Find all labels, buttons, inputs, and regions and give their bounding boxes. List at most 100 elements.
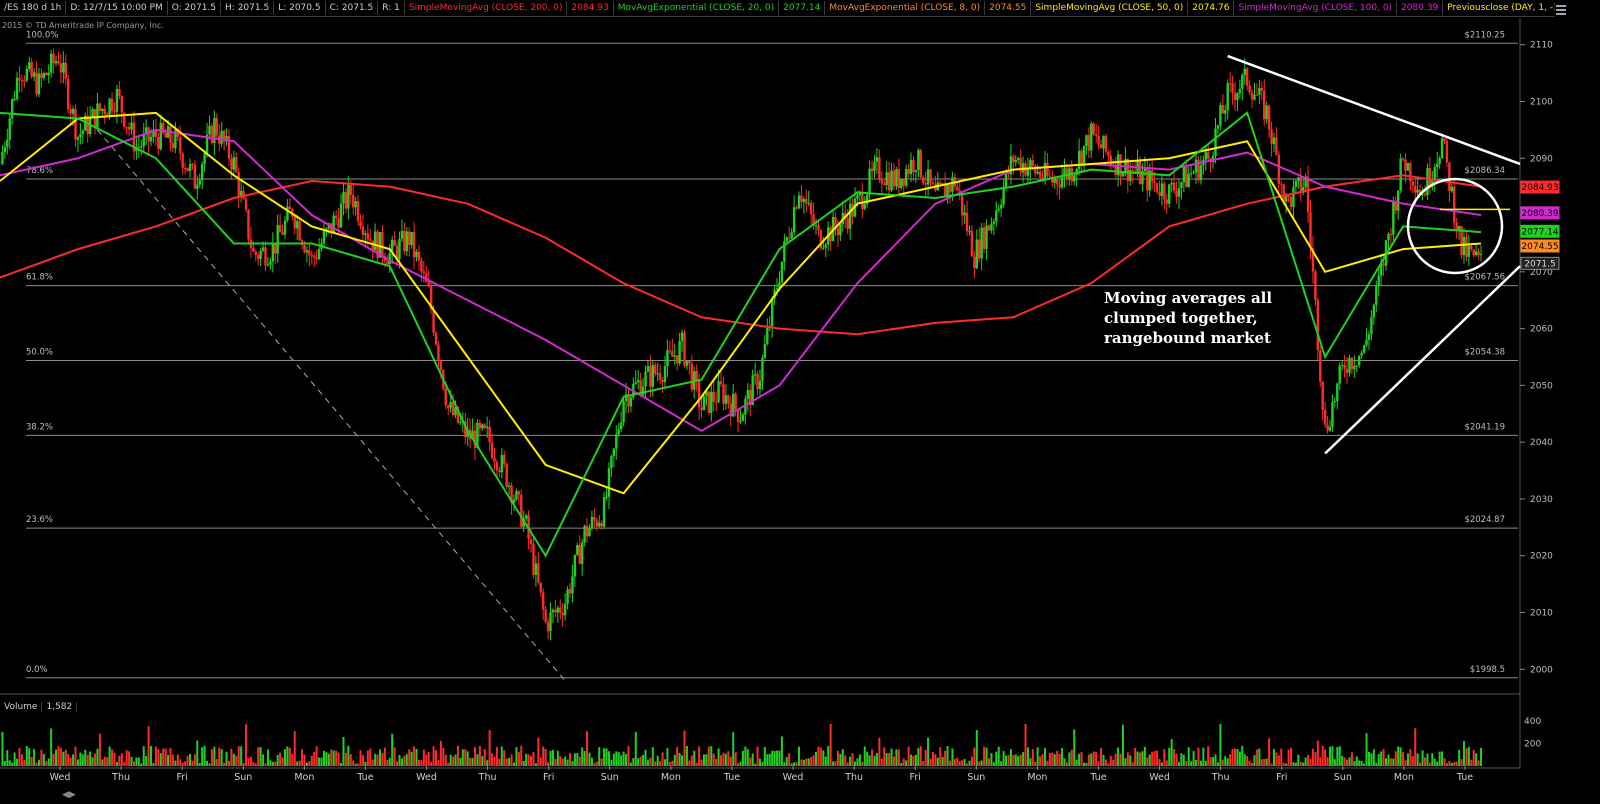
x-tick-label: Mon [1394,772,1414,783]
volume-bar [834,761,837,766]
candle-body [444,388,447,406]
candle-body [266,264,270,266]
volume-bar [57,746,60,766]
candle-body [40,73,43,78]
volume-bar [790,763,793,766]
volume-bar [1185,761,1188,766]
study-2-name[interactable]: MovAvgExponential (CLOSE, 8, 0) [825,1,986,15]
candle-body [583,525,586,543]
candle-body [702,396,706,411]
volume-bar [466,751,469,766]
volume-bar [880,758,883,766]
candle-body [422,271,426,274]
candle-body [602,497,606,527]
volume-bar [512,762,515,766]
candle-body [505,463,508,487]
fib-price-label: $2024.87 [1464,515,1505,525]
volume-bar [795,762,798,766]
volume-bar [266,749,269,766]
candle-body [1182,166,1186,183]
volume-bar [649,757,652,766]
volume-bar [1307,754,1310,766]
study-1-name[interactable]: MovAvgExponential (CLOSE, 20, 0) [614,1,780,15]
volume-bar [1316,740,1319,766]
volume-bar [646,760,649,766]
candle-body [1272,137,1276,145]
volume-bar [254,763,257,766]
volume-bar [159,753,162,766]
volume-bar [569,752,571,766]
volume-bar [147,726,150,766]
fib-pct-label: 100.0% [26,30,58,40]
candle-body [1248,85,1251,93]
volume-bar [980,760,983,766]
price-chart[interactable]: 2000201020202030204020502060207020802090… [0,0,1600,804]
volume-bar [1192,751,1195,766]
candle-body [1172,182,1176,191]
volume-bar [28,748,31,766]
volume-bar [145,755,148,766]
volume-bar [707,746,710,766]
volume-bar [678,752,681,766]
candle-body [1175,190,1178,197]
candle-body [1358,355,1361,366]
candle-body [907,169,910,174]
candle-body [1345,368,1349,373]
volume-bar [305,762,308,766]
candle-body [746,390,750,399]
candle-body [931,182,935,185]
range-label: R: 1 [378,1,405,15]
volume-bar [990,753,993,766]
candle-body [485,426,489,428]
candle-body [649,366,652,387]
candle-body [1146,167,1149,191]
symbol-label[interactable]: /ES 180 d 1h [0,1,67,15]
volume-bar [1326,757,1329,766]
candle-body [714,401,718,403]
study-5-name[interactable]: Previousclose (DAY, 1, -1, yes) [1443,1,1555,15]
volume-bar [1053,754,1056,766]
candle-body [868,168,871,195]
candle-body [1455,222,1458,231]
volume-bar [1209,757,1212,766]
volume-bar [206,760,209,766]
volume-bar [1005,755,1008,766]
volume-bar [1304,757,1307,766]
candle-body [1087,135,1091,151]
volume-bar [629,762,632,766]
candle-body [790,232,793,239]
scroll-left-icon[interactable]: ◀▶ [62,790,76,800]
candle-body [532,543,535,575]
candle-body [1367,334,1371,340]
candle-body [529,539,533,544]
volume-bar [807,758,810,766]
candle-body [227,135,231,159]
candle-body [257,255,260,259]
candle-body [91,109,94,117]
study-3-name[interactable]: SimpleMovingAvg (CLOSE, 50, 0) [1031,1,1189,15]
volume-bar [491,753,494,766]
candle-body [904,169,908,186]
volume-bar [729,756,732,766]
candle-body [617,429,620,435]
volume-bar [123,761,126,766]
candle-body [1214,128,1217,157]
volume-bar [1195,760,1198,766]
volume-bar [598,747,601,766]
candle-body [788,237,791,239]
volume-bar [1467,746,1470,766]
candle-body [3,147,7,153]
candle-body [293,216,296,229]
volume-bar [500,746,503,766]
volume-bar [3,761,6,766]
candle-body [848,203,852,229]
volume-bar [578,756,581,766]
volume-bar [612,753,615,766]
candle-body [434,332,438,345]
study-4-name[interactable]: SimpleMovingAvg (CLOSE, 100, 0) [1234,1,1398,15]
study-0-name[interactable]: SimpleMovingAvg (CLOSE, 200, 0) [405,1,568,15]
candle-body [1245,68,1249,86]
candle-body [1411,181,1415,186]
menu-icon[interactable] [1554,2,1568,16]
volume-bar [1119,753,1122,766]
